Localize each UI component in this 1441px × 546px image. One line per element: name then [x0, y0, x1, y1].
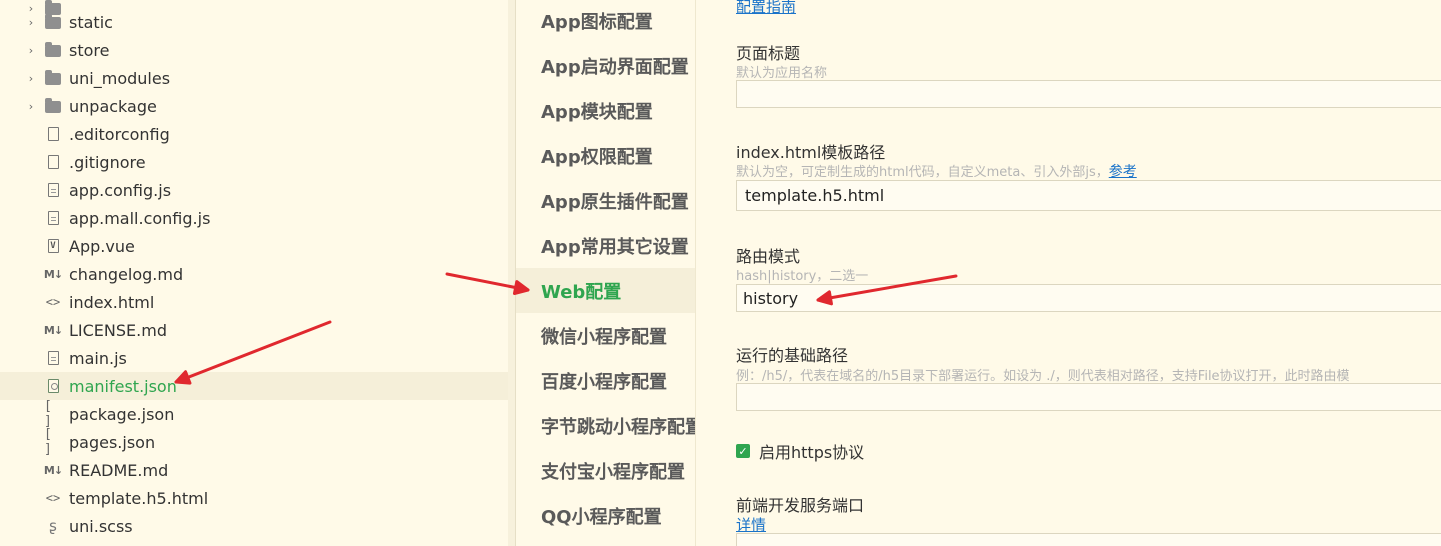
chevron-right-icon[interactable]: › [24, 44, 38, 57]
file-icon [44, 210, 62, 226]
tree-item[interactable]: ›.editorconfig [0, 120, 508, 148]
https-label: 启用https协议 [759, 443, 865, 462]
tree-item-label: unpackage [69, 96, 157, 116]
chevron-right-icon[interactable]: › [24, 72, 38, 85]
tree-item[interactable]: ›app.mall.config.js [0, 204, 508, 232]
tree-item-label: package.json [69, 404, 175, 424]
nav-item[interactable]: App模块配置 [516, 88, 695, 133]
tree-item-label: static [69, 12, 113, 32]
base-path-label: 运行的基础路径 [736, 346, 849, 365]
nav-item[interactable]: QQ小程序配置 [516, 493, 695, 538]
json-brackets-icon: [ ] [44, 427, 54, 457]
tree-item[interactable]: › unpackage [0, 92, 508, 120]
tree-item-label: app.config.js [69, 180, 172, 200]
tree-item-label: App.vue [69, 236, 135, 256]
manifest-nav: App图标配置 App启动界面配置 App模块配置 App权限配置 App原生插件配置 A… [516, 0, 695, 546]
chevron-right-icon[interactable]: › [24, 16, 38, 29]
sass-icon: ʂ [48, 517, 58, 535]
file-explorer: › ›static›store›uni_modules›unpackage›.e… [0, 0, 508, 546]
tree-item[interactable]: › static [0, 8, 508, 36]
tree-item[interactable]: ›.gitignore [0, 148, 508, 176]
https-option[interactable]: ✓ 启用https协议 [736, 439, 864, 463]
nav-item[interactable]: 字节跳动小程序配置 [516, 403, 695, 448]
page-title-label: 页面标题 [736, 44, 801, 63]
router-mode-label: 路由模式 [736, 247, 801, 266]
tree-item-label: app.mall.config.js [69, 208, 211, 228]
nav-item[interactable]: 支付宝小程序配置 [516, 448, 695, 493]
tree-item-label: template.h5.html [69, 488, 209, 508]
https-checkbox[interactable]: ✓ [736, 444, 750, 458]
template-path-hint: 默认为空，可定制生成的html代码，自定义meta、引入外部js，参考 [736, 161, 1137, 181]
tree-item-label: store [69, 40, 110, 60]
template-path-hint-text: 默认为空，可定制生成的html代码，自定义meta、引入外部js， [736, 165, 1109, 180]
tree-item[interactable]: ›<>template.h5.html [0, 484, 508, 512]
tree-item[interactable]: ›main.js [0, 344, 508, 372]
dev-port-label: 前端开发服务端口 [736, 496, 865, 515]
tree-item[interactable]: ›M↓README.md [0, 456, 508, 484]
base-path-hint: 例：/h5/，代表在域名的/h5目录下部署运行。如设为 ./，则代表相对路径，支… [736, 369, 1350, 384]
tree-item-label: LICENSE.md [69, 320, 167, 340]
markdown-icon: M↓ [43, 463, 63, 477]
nav-item[interactable]: 百度小程序配置 [516, 358, 695, 403]
nav-item[interactable]: App原生插件配置 [516, 178, 695, 223]
tree-item[interactable]: › store [0, 36, 508, 64]
tree-item[interactable]: ›<>index.html [0, 288, 508, 316]
tree-item-label: uni.scss [69, 516, 133, 536]
config-guide-link[interactable]: 配置指南 [736, 0, 796, 17]
nav-item[interactable]: App权限配置 [516, 133, 695, 178]
folder-icon [44, 14, 62, 30]
tree-item[interactable]: ›M↓changelog.md [0, 260, 508, 288]
explorer-scrollbar[interactable] [508, 0, 515, 546]
tree-item[interactable]: ›app.config.js [0, 176, 508, 204]
json-brackets-icon: [ ] [44, 399, 54, 429]
tree-item-label: main.js [69, 348, 127, 368]
template-path-label: index.html模板路径 [736, 143, 886, 162]
tree-item[interactable]: › uni_modules [0, 64, 508, 92]
router-mode-input[interactable]: history [736, 284, 1441, 312]
markdown-icon: M↓ [43, 323, 63, 337]
page-title-hint: 默认为应用名称 [736, 66, 828, 81]
tree-item[interactable]: ›[ ]pages.json [0, 427, 508, 457]
base-path-input[interactable] [736, 383, 1441, 411]
tree-item[interactable]: ›[ ]package.json [0, 399, 508, 429]
folder-icon [44, 42, 62, 58]
tree-item-label: README.md [69, 460, 169, 480]
reference-link[interactable]: 参考 [1109, 164, 1137, 180]
nav-item[interactable]: Web配置 [516, 268, 695, 313]
page-title-input[interactable] [736, 80, 1441, 108]
file-icon [44, 154, 62, 170]
tree-item[interactable]: ›M↓LICENSE.md [0, 316, 508, 344]
code-brackets-icon: <> [45, 491, 61, 505]
tree-item-label: index.html [69, 292, 155, 312]
markdown-icon: M↓ [43, 267, 63, 281]
tree-item-label: .editorconfig [69, 124, 170, 144]
nav-item[interactable]: App启动界面配置 [516, 43, 695, 88]
nav-item[interactable]: App常用其它设置 [516, 223, 695, 268]
nav-item[interactable]: 微信小程序配置 [516, 313, 695, 358]
tree-item-label: .gitignore [69, 152, 146, 172]
tree-item-label: uni_modules [69, 68, 171, 88]
file-icon [44, 182, 62, 198]
router-mode-hint: hash|history，二选一 [736, 269, 869, 284]
web-config-form: 配置指南 页面标题 默认为应用名称 index.html模板路径 默认为空，可定… [696, 0, 1441, 546]
file-icon [44, 126, 62, 142]
nav-item[interactable]: App图标配置 [516, 0, 695, 43]
chevron-right-icon[interactable]: › [24, 100, 38, 113]
dev-port-input[interactable] [736, 533, 1441, 546]
settings-file-icon [44, 378, 62, 394]
folder-icon [44, 70, 62, 86]
file-icon [44, 350, 62, 366]
tree-item-label: changelog.md [69, 264, 184, 284]
code-brackets-icon: <> [45, 295, 61, 309]
tree-item-label: manifest.json [69, 376, 177, 396]
tree-item[interactable]: ›ʂuni.scss [0, 512, 508, 540]
folder-icon [44, 98, 62, 114]
tree-item[interactable]: ›manifest.json [0, 372, 508, 400]
tree-item[interactable]: ›VApp.vue [0, 232, 508, 260]
tree-item-label: pages.json [69, 432, 156, 452]
vue-file-icon: V [44, 238, 62, 254]
details-link[interactable]: 详情 [736, 514, 766, 535]
template-path-input[interactable]: template.h5.html [736, 180, 1441, 211]
